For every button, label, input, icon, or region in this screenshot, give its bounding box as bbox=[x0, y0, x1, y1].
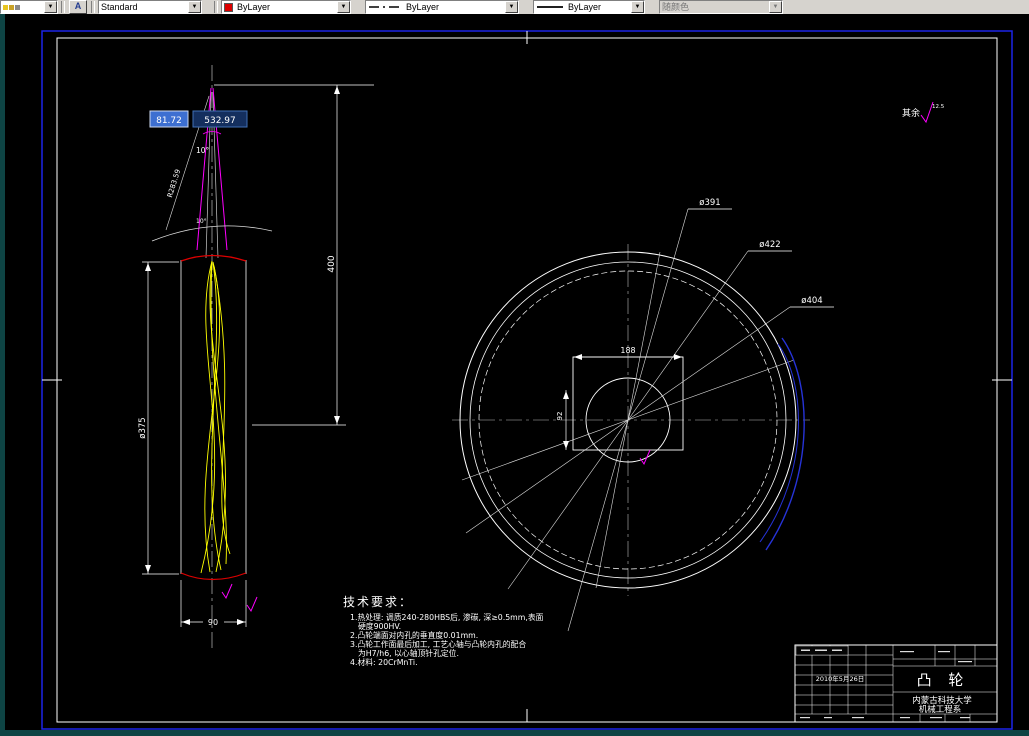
chevron-down-icon[interactable]: ▼ bbox=[505, 1, 518, 13]
surface-note: 其余 12.5 bbox=[902, 101, 945, 124]
cam-edge-bottom bbox=[180, 572, 247, 581]
autocad-window: ▼ A Standard ▼ ByLayer ▼ ByLayer ▼ ByLay… bbox=[0, 0, 1029, 736]
style-combo[interactable]: Standard ▼ bbox=[98, 0, 202, 14]
layer-combo[interactable]: ▼ bbox=[0, 0, 58, 14]
linetype-pattern-icon bbox=[369, 6, 399, 8]
department-name: 机械工程系 bbox=[919, 704, 962, 715]
cam-surface-curves bbox=[200, 260, 231, 574]
lineweight-pattern-icon bbox=[537, 6, 563, 8]
lock-icon bbox=[15, 4, 20, 10]
angle-dimension-label: 10° bbox=[196, 146, 210, 155]
chevron-down-icon[interactable]: ▼ bbox=[188, 1, 201, 13]
surface-finish-marks bbox=[221, 583, 258, 613]
window-edge-left bbox=[0, 14, 5, 736]
drawing-canvas[interactable]: R283.59 10° 10° ø375 90 400 81.72 532.97… bbox=[0, 14, 1029, 736]
technical-requirements: 技术要求： 1.热处理: 调质240-280HBS后, 渗碳, 深≥0.5mm,… bbox=[343, 595, 544, 667]
text-style-button[interactable]: A bbox=[69, 0, 87, 14]
dynamic-input[interactable]: 81.72 532.97 bbox=[149, 110, 248, 128]
tech-req-title: 技术要求： bbox=[343, 595, 413, 609]
sun-icon bbox=[9, 4, 14, 10]
cam-profile-view: R283.59 10° 10° ø375 90 400 bbox=[138, 65, 374, 648]
plotstyle-combo-value: 随颜色 bbox=[662, 2, 690, 12]
linetype-combo-value: ByLayer bbox=[406, 2, 440, 12]
dim-92-label: 92 bbox=[556, 412, 564, 421]
dimension-400 bbox=[214, 84, 374, 426]
toolbar-separator bbox=[214, 1, 218, 13]
toolbar-separator bbox=[91, 1, 95, 13]
surface-note-text: 其余 bbox=[902, 107, 920, 119]
bylayer-color-swatch bbox=[224, 2, 233, 12]
lineweight-combo-value: ByLayer bbox=[568, 2, 602, 12]
dim-188-label: 188 bbox=[620, 346, 635, 355]
chevron-down-icon: ▼ bbox=[769, 1, 782, 13]
width-dimension-label: 90 bbox=[208, 618, 218, 627]
plotstyle-combo: 随颜色 ▼ bbox=[659, 0, 783, 14]
cam-edge-top bbox=[180, 254, 247, 262]
color-combo-value: ByLayer bbox=[237, 2, 271, 12]
dia-391-label: ø391 bbox=[699, 198, 720, 208]
layer-status-icons bbox=[1, 4, 22, 10]
chevron-down-icon[interactable]: ▼ bbox=[337, 1, 350, 13]
title-block: 2010年5月26日 凸 轮 内蒙古科技大学 机械工程系 bbox=[794, 644, 998, 723]
roughness-value: 12.5 bbox=[932, 104, 945, 110]
part-name: 凸 轮 bbox=[917, 671, 970, 689]
lineweight-combo[interactable]: ByLayer ▼ bbox=[533, 0, 645, 14]
tech-req-line: 3.凸轮工作面最后加工, 工艺心轴与凸轮内孔的配合 bbox=[350, 639, 526, 649]
dynamic-input-active-value[interactable]: 81.72 bbox=[156, 116, 182, 126]
angle-dimension-label-2: 10° bbox=[196, 218, 207, 225]
dia-404-label: ø404 bbox=[801, 296, 822, 306]
tech-req-line: 2.凸轮端面对内孔的垂直度0.01mm. bbox=[350, 630, 478, 640]
toolbar-separator bbox=[61, 1, 65, 13]
style-combo-value: Standard bbox=[101, 2, 138, 12]
properties-toolbar: ▼ A Standard ▼ ByLayer ▼ ByLayer ▼ ByLay… bbox=[0, 0, 1029, 15]
dia-422-label: ø422 bbox=[759, 240, 780, 250]
height-dimension-label: 400 bbox=[327, 255, 337, 272]
color-combo[interactable]: ByLayer ▼ bbox=[221, 0, 351, 14]
radius-dimension-label: R283.59 bbox=[166, 168, 182, 198]
tech-req-line: 为H7/h6, 以心轴顶针孔定位. bbox=[358, 648, 459, 658]
diameter-leaders bbox=[688, 208, 834, 308]
title-block-date: 2010年5月26日 bbox=[816, 674, 864, 683]
cam-front-view: ø391 ø422 ø404 188 92 bbox=[452, 198, 834, 632]
tech-req-line: 1.热处理: 调质240-280HBS后, 渗碳, 深≥0.5mm,表面 bbox=[350, 612, 544, 622]
chevron-down-icon[interactable]: ▼ bbox=[44, 1, 57, 13]
bulb-icon bbox=[3, 4, 8, 10]
tech-req-line: 硬度900HV. bbox=[358, 621, 401, 631]
dynamic-input-secondary-value[interactable]: 532.97 bbox=[204, 116, 236, 126]
linetype-combo[interactable]: ByLayer ▼ bbox=[365, 0, 519, 14]
chevron-down-icon[interactable]: ▼ bbox=[631, 1, 644, 13]
window-edge-bottom bbox=[0, 730, 1029, 736]
cam-body bbox=[180, 254, 247, 581]
sheet-frame bbox=[41, 30, 1013, 730]
diameter-dimension-label: ø375 bbox=[138, 417, 148, 438]
drawing-svg: R283.59 10° 10° ø375 90 400 81.72 532.97… bbox=[0, 14, 1029, 736]
tech-req-line: 4.材料: 20CrMnTi. bbox=[350, 657, 418, 667]
